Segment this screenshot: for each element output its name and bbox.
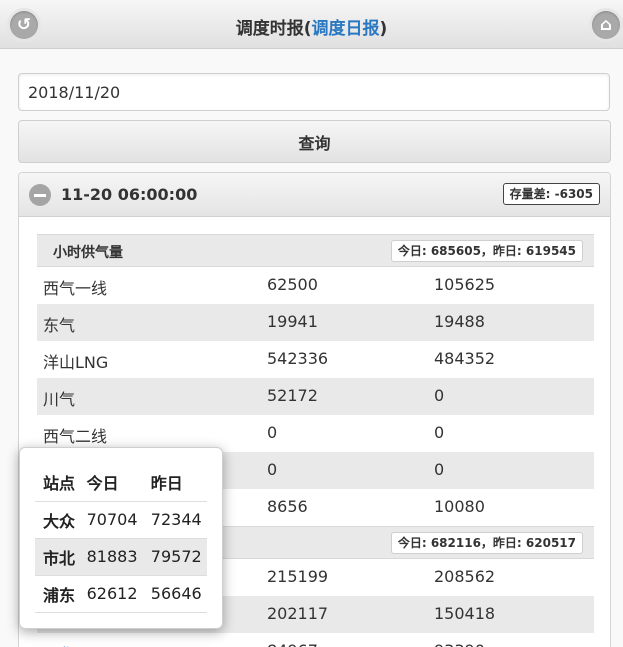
yesterday-value: 10080 bbox=[434, 497, 485, 516]
popup-station: 浦东 bbox=[43, 585, 76, 605]
yesterday-value: 484352 bbox=[434, 349, 496, 368]
daily-report-link[interactable]: 调度日报 bbox=[312, 19, 380, 39]
popup-row: 浦东 62612 56646 bbox=[35, 575, 207, 612]
station-name: 西气二线 bbox=[43, 427, 108, 446]
station-name: 川气 bbox=[43, 390, 76, 409]
title-prefix: 调度时报( bbox=[235, 19, 312, 39]
station-name: 西气一线 bbox=[43, 279, 108, 298]
popup-yesterday: 56646 bbox=[150, 584, 202, 603]
yesterday-value: 105625 bbox=[434, 275, 496, 294]
popup-today: 81883 bbox=[86, 547, 138, 566]
section-hourly-supply: 小时供气量 今日: 685605，昨日: 619545 bbox=[37, 234, 594, 267]
table-row: 洋山LNG 542336 484352 bbox=[37, 341, 594, 378]
yesterday-value: 19488 bbox=[434, 312, 485, 331]
today-value: 19941 bbox=[267, 312, 318, 331]
table-row: 川气 52172 0 bbox=[37, 378, 594, 415]
popup-row: 大众 70704 72344 bbox=[35, 501, 207, 538]
section-title: 小时供气量 bbox=[53, 245, 123, 261]
popup-today: 62612 bbox=[86, 584, 138, 603]
today-value: 52172 bbox=[267, 386, 318, 405]
header-yesterday: 昨日 bbox=[150, 474, 183, 494]
header-station: 站点 bbox=[43, 474, 76, 494]
station-name-link[interactable]: 石化 bbox=[43, 641, 75, 647]
yesterday-value: 150418 bbox=[434, 604, 496, 623]
station-popup: 站点 今日 昨日 大众 70704 72344 市北 81883 79572 浦… bbox=[19, 447, 223, 629]
popup-table: 站点 今日 昨日 大众 70704 72344 市北 81883 79572 浦… bbox=[35, 464, 207, 613]
popup-station: 市北 bbox=[43, 548, 76, 568]
station-name: 东气 bbox=[43, 316, 76, 335]
panel-header[interactable]: 11-20 06:00:00 存量差: -6305 bbox=[19, 173, 610, 217]
popup-header-row: 站点 今日 昨日 bbox=[35, 464, 207, 501]
yesterday-value: 0 bbox=[434, 460, 445, 479]
date-input[interactable] bbox=[18, 73, 610, 111]
header-today: 今日 bbox=[86, 474, 119, 494]
yesterday-value: 0 bbox=[434, 423, 445, 442]
panel-time: 11-20 06:00:00 bbox=[61, 185, 198, 204]
station-name: 洋山LNG bbox=[43, 353, 109, 372]
summary-badge: 今日: 682116，昨日: 620517 bbox=[390, 532, 583, 554]
query-button[interactable]: 查询 bbox=[18, 120, 611, 163]
popup-yesterday: 72344 bbox=[150, 510, 202, 529]
today-value: 202117 bbox=[267, 604, 329, 623]
storage-diff-badge: 存量差: -6305 bbox=[502, 183, 600, 205]
table-row: 东气 19941 19488 bbox=[37, 304, 594, 341]
yesterday-value: 0 bbox=[434, 386, 445, 405]
popup-station: 大众 bbox=[43, 511, 76, 531]
yesterday-value: 93390 bbox=[434, 641, 485, 647]
today-value: 542336 bbox=[267, 349, 329, 368]
today-value: 84967 bbox=[267, 641, 318, 647]
today-value: 62500 bbox=[267, 275, 318, 294]
today-value: 0 bbox=[267, 460, 278, 479]
popup-today: 70704 bbox=[86, 510, 138, 529]
popup-yesterday: 79572 bbox=[150, 547, 202, 566]
popup-row: 市北 81883 79572 bbox=[35, 538, 207, 575]
title-suffix: ) bbox=[379, 19, 388, 39]
summary-badge: 今日: 685605，昨日: 619545 bbox=[390, 240, 583, 262]
home-icon[interactable]: ⌂ bbox=[592, 11, 620, 39]
today-value: 8656 bbox=[267, 497, 308, 516]
today-value: 0 bbox=[267, 423, 278, 442]
table-row: 西气一线 62500 105625 bbox=[37, 267, 594, 304]
collapse-icon[interactable] bbox=[29, 184, 51, 206]
table-row: 石化 84967 93390 bbox=[37, 633, 594, 647]
yesterday-value: 208562 bbox=[434, 567, 496, 586]
app-header: ↺ 调度时报(调度日报) ⌂ bbox=[0, 0, 623, 49]
page-title: 调度时报(调度日报) bbox=[0, 14, 623, 39]
today-value: 215199 bbox=[267, 567, 329, 586]
